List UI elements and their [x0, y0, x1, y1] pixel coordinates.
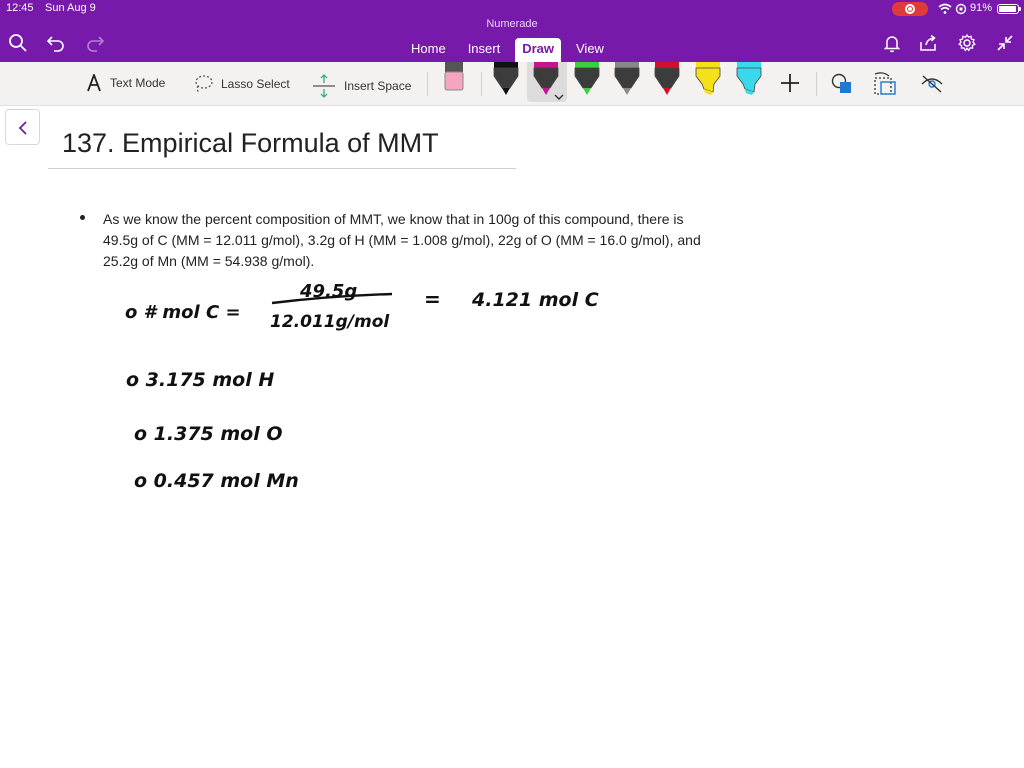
- ink-mol-h: o 3.175 mol H: [126, 369, 274, 391]
- ink-mol-c-label: o # mol C =: [125, 302, 241, 323]
- ink-mol-o: o 1.375 mol O: [134, 423, 283, 445]
- ink-denominator: 12.011g/mol: [270, 312, 390, 332]
- ink-equals: =: [424, 287, 441, 311]
- ink-result-c: 4.121 mol C: [471, 289, 599, 311]
- handwritten-ink-layer: o # mol C = 49.5g 12.011g/mol = 4.121 mo…: [125, 281, 599, 492]
- ink-mol-mn: o 0.457 mol Mn: [134, 470, 299, 492]
